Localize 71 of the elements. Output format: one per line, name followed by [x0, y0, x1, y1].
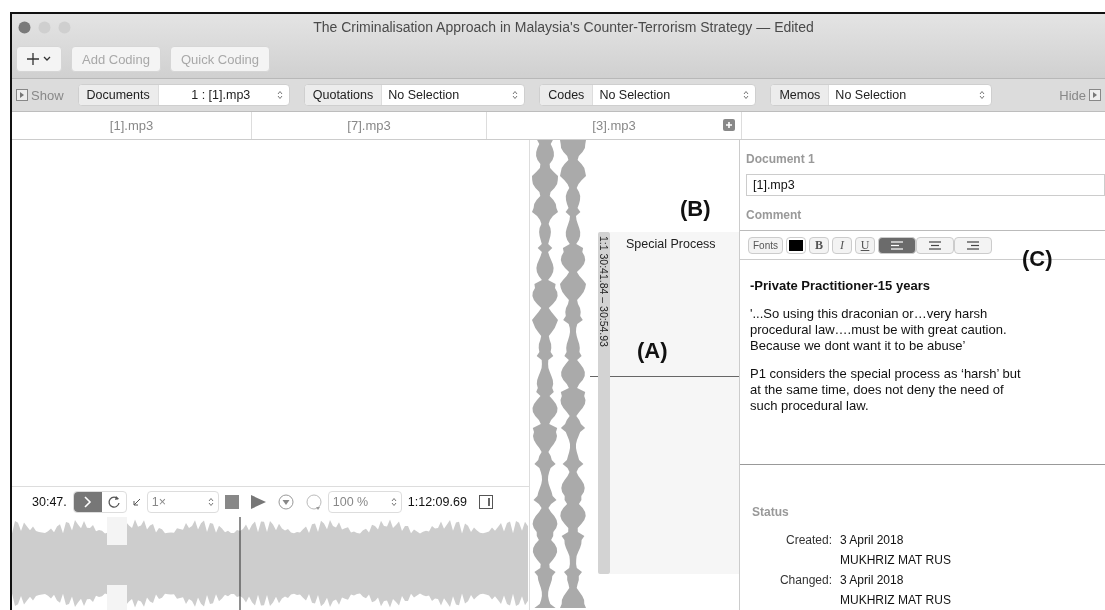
align-left-icon: [889, 240, 905, 250]
chevron-down-icon: [43, 56, 51, 62]
stepper-icon: [207, 497, 214, 507]
play-icon[interactable]: [250, 495, 266, 509]
window-controls-icon: [18, 20, 72, 34]
arrow-icon: [132, 498, 141, 506]
document-tab[interactable]: [1].mp3: [109, 118, 154, 133]
callout-label: (B): [680, 196, 711, 222]
align-right-icon: [965, 240, 981, 250]
window-title: The Criminalisation Approach in Malaysia's Counter-Terrorism Strategy — Edited: [312, 19, 815, 35]
quotation-bar[interactable]: 1:1 30:41.84 – 30:54.93: [598, 232, 610, 574]
section-heading: Status: [751, 504, 790, 519]
stepper-icon: [512, 90, 519, 100]
status-label: Created:: [784, 533, 832, 547]
sidebar-icon[interactable]: [478, 495, 493, 509]
plus-icon: [27, 53, 39, 65]
callout-label: (A): [637, 338, 668, 364]
comment-paragraph: P1 considers the special process as ‘harsh’ but at the same time, does not deny the need of such procedural law.: [750, 366, 1022, 414]
section-heading: Comment: [745, 207, 803, 224]
panel-toggle-icon: [16, 89, 28, 101]
add-menu-button[interactable]: [16, 46, 62, 72]
stepper-icon: [390, 497, 397, 507]
underline-button[interactable]: U: [855, 236, 875, 254]
selector-label: Documents: [78, 85, 159, 105]
repeat-icon[interactable]: [106, 495, 121, 509]
panel-toggle-icon: [1089, 89, 1101, 101]
selector-value: 1 : [1].mp3: [190, 88, 252, 102]
comment-title: -Private Practitioner-15 years: [750, 278, 931, 294]
document-tab[interactable]: [7].mp3: [347, 118, 391, 133]
bold-button[interactable]: B: [809, 236, 829, 254]
align-center-button[interactable]: [916, 236, 954, 254]
current-time: 30:47.: [32, 495, 67, 509]
marker-icon[interactable]: [277, 494, 294, 510]
status-date: 3 April 2018: [840, 573, 905, 587]
callout-label: (C): [1022, 246, 1053, 272]
stepper-icon: [979, 90, 986, 100]
fonts-button[interactable]: Fonts: [748, 236, 783, 254]
navigator-selector[interactable]: Codes No Selection: [539, 84, 757, 106]
stop-icon[interactable]: [224, 495, 239, 509]
status-author: MUKHRIZ MAT RUS: [840, 553, 952, 567]
italic-button[interactable]: I: [832, 236, 852, 254]
align-right-button[interactable]: [954, 236, 992, 254]
navigator-selector[interactable]: Quotations No Selection: [303, 84, 526, 106]
selector-value: No Selection: [599, 88, 672, 102]
chevron-right-icon: [83, 496, 92, 508]
section-heading: Document 1: [745, 151, 816, 168]
selector-label: Codes: [540, 85, 594, 105]
quotation-range: 1:1 30:41.84 – 30:54.93: [598, 236, 610, 349]
stepper-icon: [743, 90, 750, 100]
stepper-icon: [276, 90, 283, 100]
align-left-button[interactable]: [878, 236, 916, 254]
speed-selector[interactable]: 1×: [146, 491, 219, 513]
status-author: MUKHRIZ MAT RUS: [840, 593, 952, 607]
document-tab[interactable]: [3].mp3: [592, 118, 636, 133]
status-label: Changed:: [778, 573, 832, 587]
play-mode-button[interactable]: [73, 492, 102, 512]
add-tab-icon: [723, 119, 735, 131]
duration-time: 1:12:09.69: [407, 495, 467, 509]
align-center-icon: [927, 240, 943, 250]
navigator-selector[interactable]: Memos No Selection: [770, 84, 993, 106]
code-label[interactable]: Special Process: [626, 237, 716, 251]
color-swatch[interactable]: [786, 236, 806, 254]
zoom-selector[interactable]: 100 %: [327, 491, 402, 513]
selector-label: Quotations: [304, 85, 383, 105]
selector-label: Memos: [771, 85, 830, 105]
document-name-field[interactable]: [1].mp3: [746, 174, 1105, 196]
selector-value: No Selection: [388, 88, 461, 102]
navigator-selector[interactable]: Documents 1 : [1].mp3: [77, 84, 290, 106]
status-date: 3 April 2018: [840, 533, 905, 547]
comment-paragraph: '...So using this draconian or…very harsh procedural law….must be with great caution. Because we dont want it to be abuse’: [750, 306, 1008, 354]
selector-value: No Selection: [835, 88, 908, 102]
